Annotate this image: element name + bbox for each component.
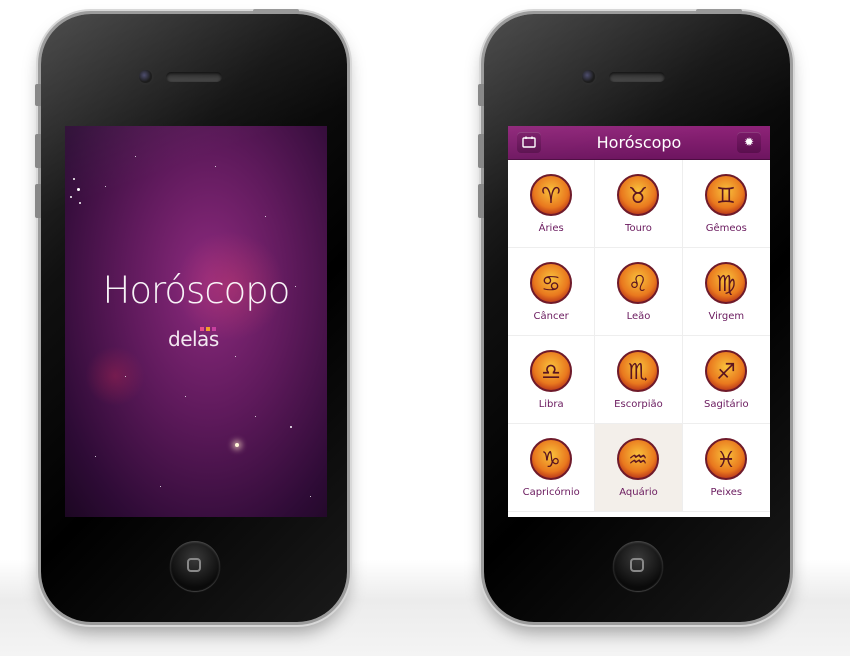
star — [77, 188, 80, 191]
scorpio-icon: ♏ — [614, 346, 662, 394]
star — [105, 186, 106, 187]
sign-cell[interactable]: ♒ Aquário — [595, 424, 683, 512]
home-button[interactable] — [170, 541, 220, 591]
sign-cell[interactable]: ♎ Libra — [508, 336, 596, 424]
splash-title: Horóscopo — [102, 269, 291, 312]
aquarius-icon: ♒ — [614, 434, 662, 482]
star — [290, 426, 292, 428]
nebula-glow — [85, 346, 145, 406]
svg-text:♍: ♍ — [716, 272, 736, 297]
pisces-icon: ♓ — [702, 434, 750, 482]
brand-logo-squares — [200, 327, 216, 331]
mute-switch[interactable] — [35, 84, 41, 106]
sign-cell[interactable]: ♋ Câncer — [508, 248, 596, 336]
app-header: Horóscopo ✹ — [508, 126, 770, 160]
svg-text:♊: ♊ — [716, 184, 736, 209]
earpiece-speaker — [166, 72, 222, 82]
app-screen: Horóscopo ✹ ♈ Áries ♉ Touro ♊ Gêmeos ♋ Câncer ♌ L… — [508, 126, 770, 517]
sagittarius-icon: ♐ — [702, 346, 750, 394]
aries-icon: ♈ — [527, 170, 575, 218]
svg-text:♋: ♋ — [541, 272, 561, 297]
sign-label: Áries — [538, 223, 564, 234]
sign-cell[interactable]: ♓ Peixes — [682, 424, 770, 512]
sign-cell[interactable]: ♐ Sagitário — [682, 336, 770, 424]
phone-splash: Horóscopo delas — [35, 9, 347, 622]
taurus-icon: ♉ — [614, 170, 662, 218]
star — [70, 196, 72, 198]
svg-text:♎: ♎ — [541, 360, 561, 385]
sign-label: Virgem — [708, 311, 745, 322]
svg-text:♒: ♒ — [629, 448, 649, 473]
splash-screen: Horóscopo delas — [65, 126, 327, 517]
star — [185, 396, 186, 397]
virgo-icon: ♍ — [702, 258, 750, 306]
star — [215, 166, 216, 167]
gear-icon: ✹ — [743, 135, 755, 149]
settings-button[interactable]: ✹ — [737, 132, 761, 153]
leo-icon: ♌ — [614, 258, 662, 306]
svg-text:♓: ♓ — [716, 448, 736, 473]
star — [73, 178, 75, 180]
sign-label: Gêmeos — [705, 223, 747, 234]
bright-star — [235, 443, 239, 447]
svg-text:♑: ♑ — [541, 448, 561, 473]
power-button[interactable] — [253, 9, 299, 14]
sign-cell[interactable]: ♌ Leão — [595, 248, 683, 336]
sign-cell[interactable]: ♊ Gêmeos — [682, 160, 770, 248]
volume-down-button[interactable] — [478, 184, 484, 218]
star — [95, 456, 96, 457]
home-button[interactable] — [613, 541, 663, 591]
sign-label: Aquário — [619, 487, 658, 498]
sign-cell[interactable]: ♑ Capricórnio — [508, 424, 596, 512]
volume-up-button[interactable] — [478, 134, 484, 168]
svg-text:♈: ♈ — [541, 184, 561, 209]
volume-down-button[interactable] — [35, 184, 41, 218]
sign-label: Leão — [626, 311, 651, 322]
cancer-icon: ♋ — [527, 258, 575, 306]
star — [235, 356, 236, 357]
sign-cell[interactable]: ♈ Áries — [508, 160, 596, 248]
mute-switch[interactable] — [478, 84, 484, 106]
sign-cell[interactable]: ♍ Virgem — [682, 248, 770, 336]
front-camera — [139, 70, 152, 83]
sign-label: Câncer — [533, 311, 569, 322]
header-title: Horóscopo — [596, 133, 682, 152]
star — [79, 202, 81, 204]
star — [160, 486, 161, 487]
svg-text:♏: ♏ — [629, 360, 649, 385]
volume-up-button[interactable] — [35, 134, 41, 168]
phone-app: Horóscopo ✹ ♈ Áries ♉ Touro ♊ Gêmeos ♋ Câncer ♌ L… — [478, 9, 790, 622]
star — [135, 156, 136, 157]
svg-text:♉: ♉ — [629, 184, 649, 209]
star — [310, 496, 311, 497]
power-button[interactable] — [696, 9, 742, 14]
sign-label: Peixes — [710, 487, 743, 498]
gemini-icon: ♊ — [702, 170, 750, 218]
earpiece-speaker — [609, 72, 665, 82]
star — [255, 416, 256, 417]
front-camera — [582, 70, 595, 83]
star — [125, 376, 126, 377]
star — [265, 216, 266, 217]
svg-text:♌: ♌ — [629, 272, 649, 297]
sign-label: Sagitário — [703, 399, 749, 410]
libra-icon: ♎ — [527, 346, 575, 394]
sign-label: Libra — [538, 399, 564, 410]
sign-cell[interactable]: ♏ Escorpião — [595, 336, 683, 424]
sign-label: Capricórnio — [522, 487, 580, 498]
svg-text:♐: ♐ — [716, 360, 736, 385]
sign-cell[interactable]: ♉ Touro — [595, 160, 683, 248]
zodiac-grid: ♈ Áries ♉ Touro ♊ Gêmeos ♋ Câncer ♌ Leão ♍ Virgem ♎ L… — [508, 160, 770, 512]
sign-label: Escorpião — [614, 399, 663, 410]
sign-label: Touro — [625, 223, 652, 234]
capricorn-icon: ♑ — [527, 434, 575, 482]
